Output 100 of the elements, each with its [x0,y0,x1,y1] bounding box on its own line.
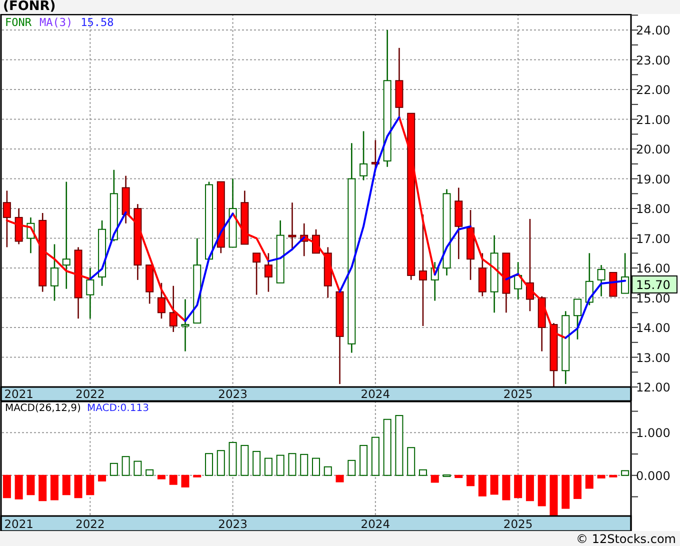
macd-bar [169,474,178,485]
axis-label: 22.00 [636,83,670,98]
axis-label: 17.00 [636,232,670,246]
macd-bar [538,474,546,506]
candlestick [478,253,486,296]
candlestick [228,178,237,248]
date-label: 2024 [360,517,390,531]
macd-bar [466,474,475,486]
macd-bar [430,474,439,483]
macd-bar [383,418,392,476]
date-label: 2025 [503,387,533,401]
candlestick [146,264,154,304]
candlestick [169,286,178,332]
macd-bar [50,474,58,500]
axis-label: 19.00 [636,172,670,186]
macd-bar [288,453,296,476]
candlestick [550,323,558,387]
candlestick [240,190,249,245]
legend-value: MACD:0.113 [86,403,149,414]
macd-bar [157,474,166,480]
macd-bar [26,474,35,496]
candlestick [585,253,594,306]
macd-bar [205,453,214,476]
candlestick [288,202,296,250]
legend-label: MACD(26,12,9) [5,403,81,414]
candlestick [360,131,368,180]
candlestick [252,252,261,295]
candlestick [14,208,23,244]
macd-bar [181,474,190,488]
copyright-text: © 12Stocks.com [576,532,676,546]
macd-bar [360,444,368,476]
macd-bar [454,474,463,478]
macd-bar [490,474,498,495]
candlestick [2,190,11,248]
candlestick [514,262,522,300]
date-label: 2022 [76,517,105,531]
axis-label: 18.00 [636,202,670,216]
macd-bar [562,474,570,509]
candlestick [395,48,404,116]
macd-bar [146,469,154,476]
macd-bar [193,474,202,478]
macd-bar [550,474,558,516]
macd-bar [478,474,486,496]
macd-bar [395,415,404,476]
macd-bar [98,474,106,482]
macd-bar [74,474,82,498]
macd-bar [324,466,332,476]
macd-bar [276,454,284,476]
axis-label: 20.00 [636,142,670,157]
candlestick [122,176,130,224]
macd-bar [442,474,451,477]
candlestick [276,220,284,284]
date-label: 2023 [218,517,248,531]
candlestick [502,252,510,313]
date-label: 2021 [4,387,34,401]
candlestick [26,217,35,254]
axis-label: 12.00 [636,380,670,394]
macd-bar [228,442,237,476]
macd-bar [2,474,11,498]
macd-bar [134,460,142,476]
candlestick [597,265,606,296]
candlestick [609,272,618,297]
macd-bar [62,474,70,496]
axis-label: 21.00 [636,112,670,127]
macd-bar [110,462,118,476]
axis-label: 23.00 [636,53,670,68]
macd-bar [371,436,380,476]
candlestick [574,298,582,340]
macd-bar [597,474,606,478]
macd-bar [526,474,534,502]
candlestick [300,223,308,256]
date-label: 2021 [4,517,34,531]
candlestick [50,244,58,301]
legend-value: 15.58 [80,16,114,29]
candlestick [312,229,320,254]
date-label: 2023 [218,387,248,401]
macd-bar [240,444,249,476]
date-label: 2024 [360,387,390,401]
candlestick [157,282,166,319]
axis-label: 13.00 [636,350,670,365]
axis-label: 15.00 [636,291,670,306]
axis-label: 16.00 [636,262,670,276]
axis-label: 0.000 [636,468,670,483]
macd-bar [609,474,618,478]
macd-bar [348,460,356,476]
macd-bar [264,458,272,476]
macd-bar [122,456,130,476]
chart-title: (FONR) [2,0,57,14]
candlestick [466,210,475,280]
candlestick [454,188,463,260]
date-label: 2022 [76,387,105,401]
macd-bar [252,450,261,476]
macd-bar [407,447,416,476]
axis-label: 14.00 [636,321,670,335]
macd-bar [585,474,594,489]
macd-bar [502,474,510,500]
macd-bar [336,474,344,482]
date-label: 2025 [503,517,533,531]
macd-bar [216,450,225,476]
last-price-tag: 15.70 [632,275,678,294]
